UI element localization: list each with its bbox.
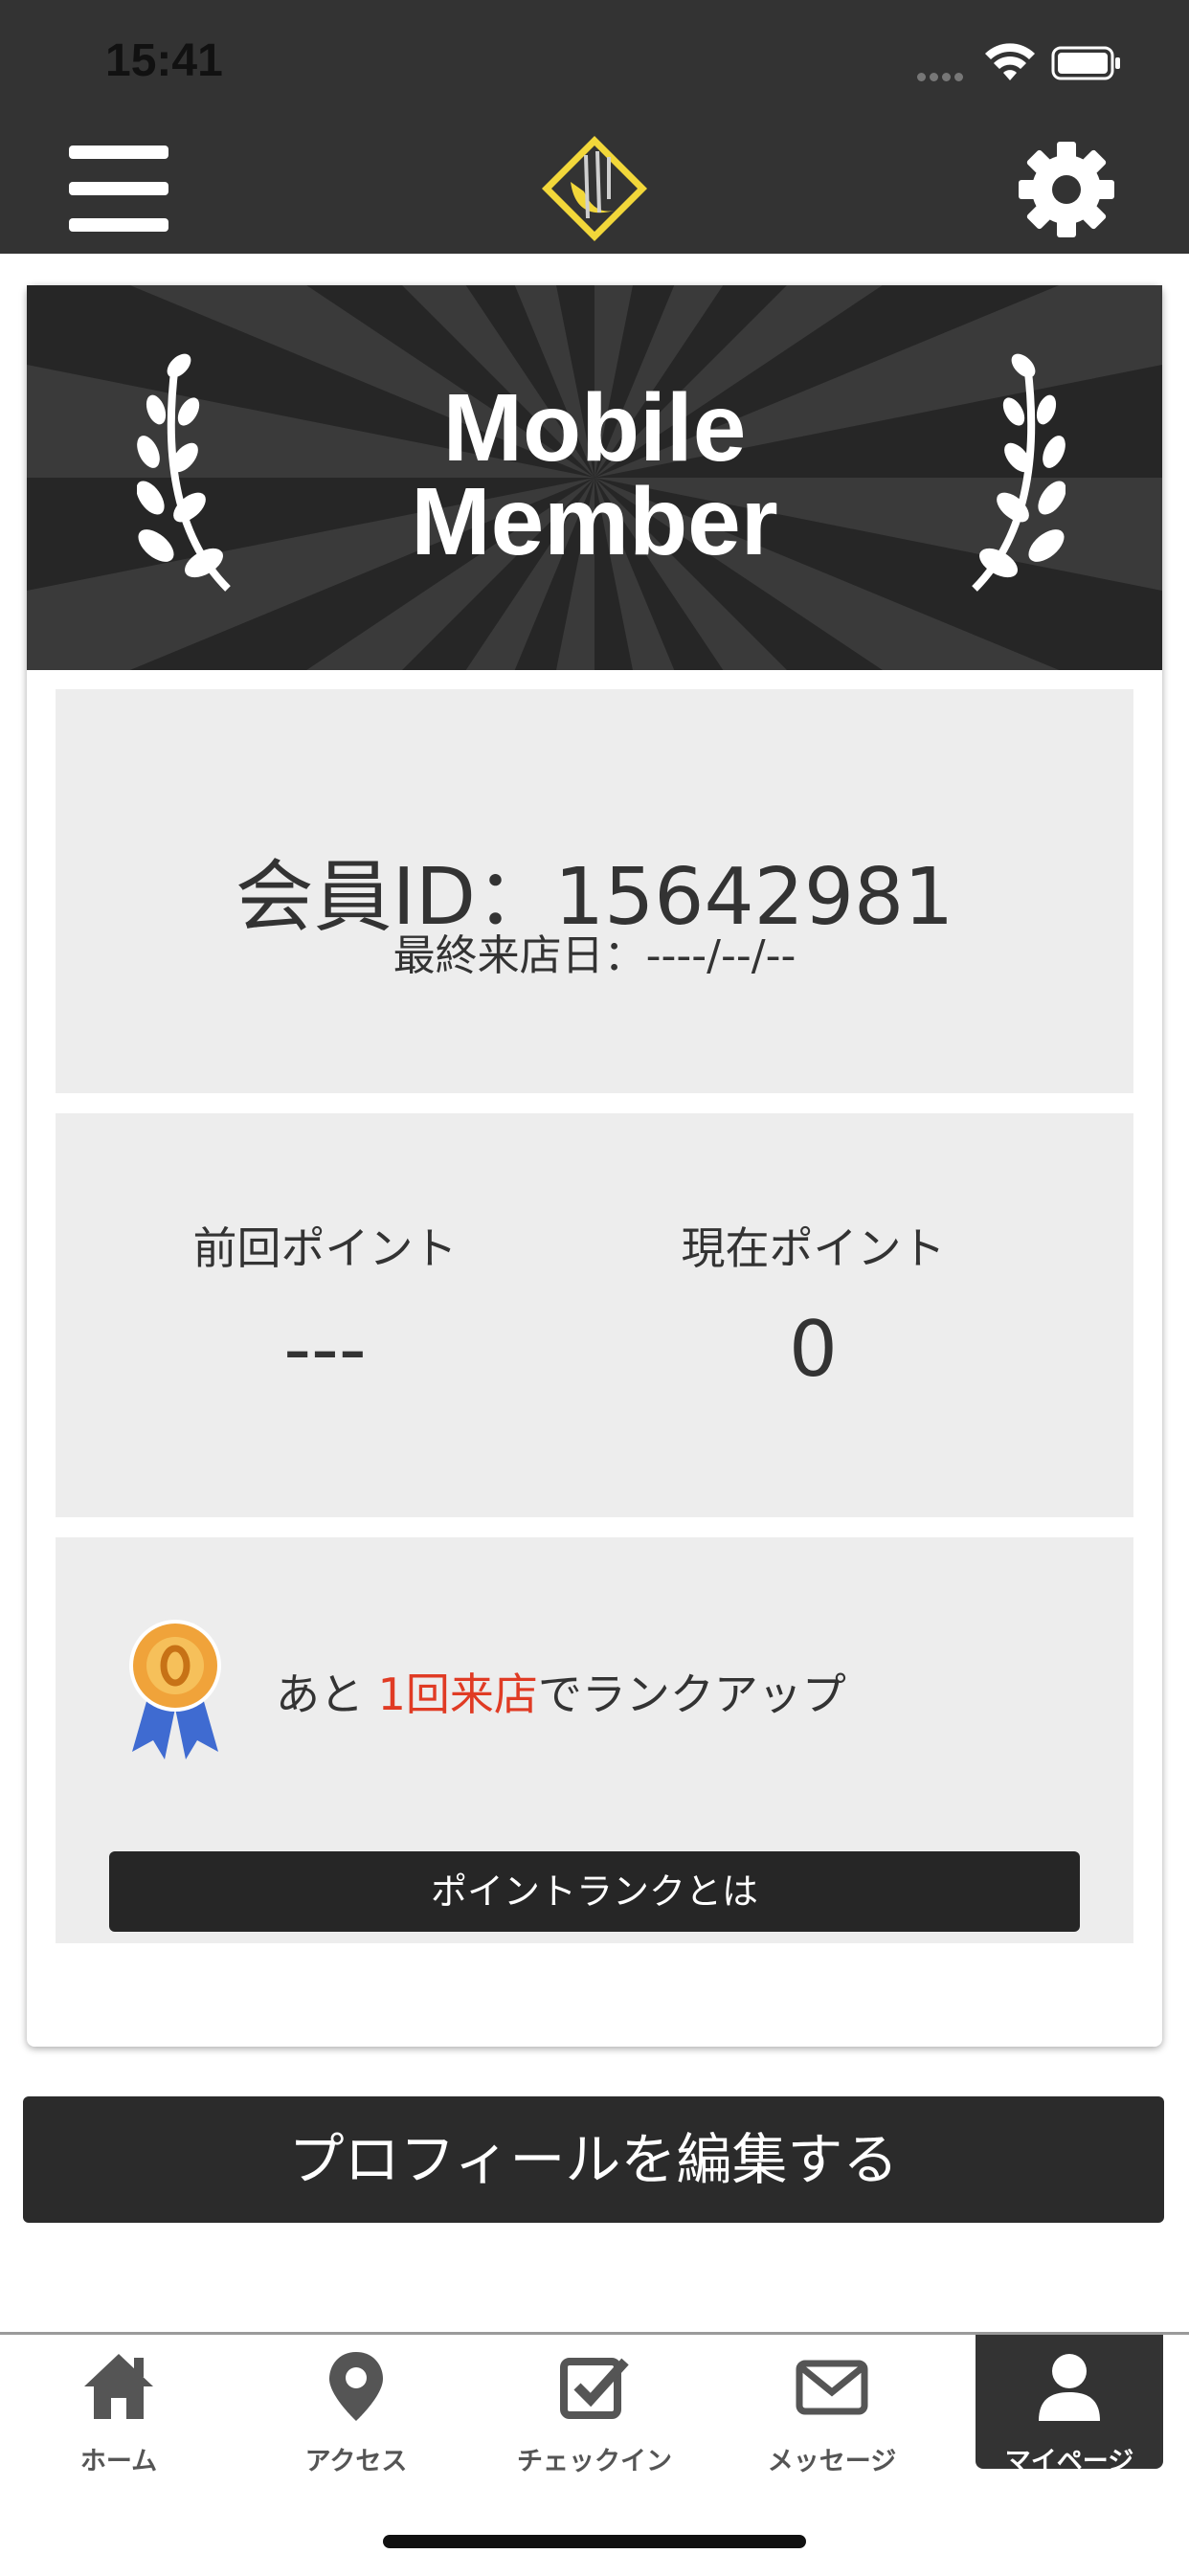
- tab-access-label: アクセス: [304, 2447, 408, 2476]
- tab-access[interactable]: アクセス: [237, 2335, 475, 2476]
- rank-up-message: あと 1回来店でランクアップ: [276, 1660, 846, 1723]
- hamburger-menu-icon[interactable]: [69, 146, 168, 232]
- tab-home[interactable]: ホーム: [0, 2335, 237, 2476]
- rank-visits-remaining: 1回来店: [377, 1669, 538, 1720]
- last-visit-label: 最終来店日：: [393, 931, 646, 980]
- previous-points-label: 前回ポイント: [192, 1222, 458, 1274]
- last-visit-value: ----/--/--: [645, 931, 796, 980]
- user-icon: [1039, 2354, 1100, 2421]
- edit-profile-button[interactable]: プロフィールを編集する: [23, 2096, 1164, 2223]
- points-panel: 前回ポイント --- 現在ポイント 0: [56, 1113, 1133, 1517]
- map-pin-icon: [329, 2352, 383, 2421]
- status-time: 15:41: [105, 35, 223, 86]
- tab-messages-label: メッセージ: [767, 2447, 897, 2476]
- wifi-icon: [985, 43, 1035, 80]
- current-points-value: 0: [789, 1305, 838, 1394]
- status-bar: 15:41: [0, 0, 1189, 124]
- banner-title: Mobile Member: [27, 374, 1162, 575]
- tab-checkin-label: チェックイン: [517, 2447, 672, 2476]
- settings-gear-icon[interactable]: [1017, 140, 1116, 239]
- previous-points-value: ---: [283, 1305, 367, 1394]
- tab-mypage-label: マイページ: [1004, 2447, 1134, 2476]
- rank-message-suffix: でランクアップ: [537, 1669, 846, 1720]
- shop-logo: [542, 136, 647, 241]
- current-points-label: 現在ポイント: [681, 1222, 946, 1274]
- tab-home-label: ホーム: [79, 2447, 158, 2476]
- cellular-signal-icon: [917, 67, 967, 85]
- tab-messages[interactable]: メッセージ: [713, 2335, 951, 2476]
- envelope-icon: [796, 2360, 868, 2415]
- last-visit: 最終来店日：----/--/--: [56, 921, 1133, 982]
- member-id-panel: 会員ID：15642981 最終来店日：----/--/--: [56, 689, 1133, 1093]
- tab-mypage[interactable]: マイページ: [976, 2335, 1163, 2476]
- home-indicator: [383, 2535, 806, 2548]
- tab-checkin[interactable]: チェックイン: [476, 2335, 713, 2476]
- banner-title-line1: Mobile: [442, 374, 747, 482]
- rank-medal-icon: [129, 1620, 221, 1759]
- point-rank-info-button[interactable]: ポイントランクとは: [109, 1851, 1080, 1932]
- member-banner: Mobile Member: [27, 285, 1162, 670]
- rank-panel: あと 1回来店でランクアップ ポイントランクとは: [56, 1537, 1133, 1943]
- banner-title-line2: Member: [411, 468, 778, 575]
- home-icon: [84, 2354, 153, 2419]
- checkbox-icon: [560, 2358, 629, 2419]
- battery-icon: [1051, 46, 1120, 80]
- rank-message-prefix: あと: [276, 1669, 378, 1720]
